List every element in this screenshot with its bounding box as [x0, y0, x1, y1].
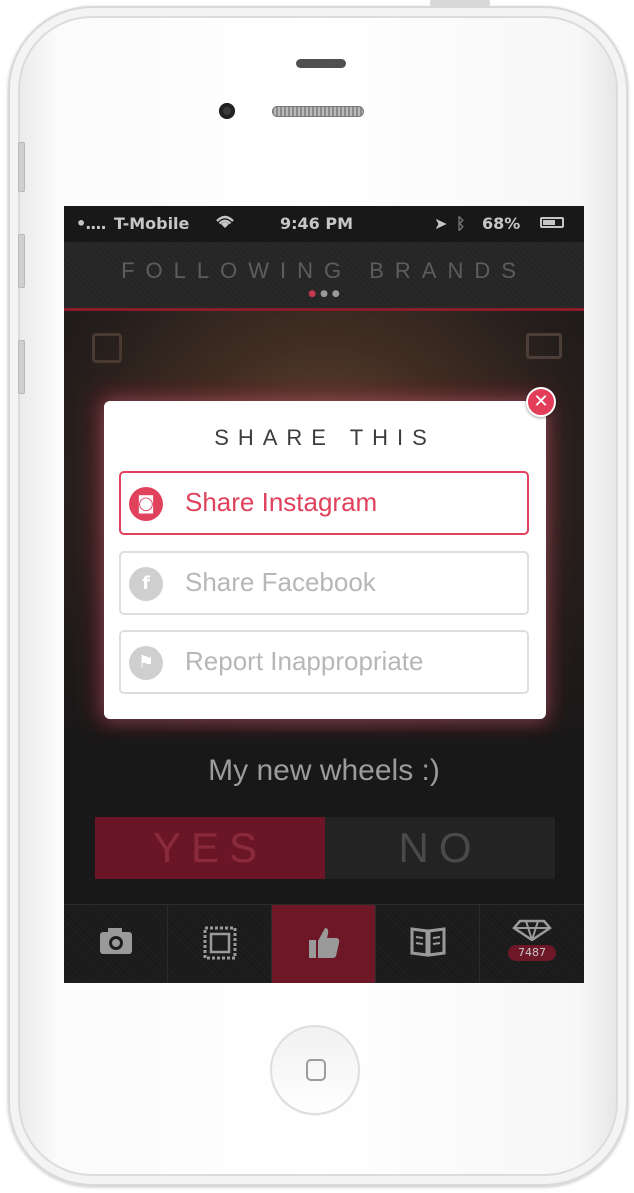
power-button	[430, 0, 490, 6]
battery-percent: 68%	[482, 214, 521, 233]
tab-gems[interactable]: 7487	[480, 905, 584, 983]
instagram-icon: ◙	[129, 487, 163, 521]
page-dot[interactable]: ●	[332, 289, 344, 299]
book-icon	[410, 927, 446, 957]
battery-fill	[543, 220, 555, 225]
report-inappropriate-label: Report Inappropriate	[185, 646, 424, 676]
share-facebook-button[interactable]: f Share Facebook	[119, 551, 529, 615]
page-indicator[interactable]: ●●●	[306, 289, 346, 299]
earpiece-speaker	[272, 106, 364, 117]
location-arrow-icon: ➤	[434, 214, 448, 233]
nav-title: FOLLOWING BRANDS	[121, 258, 527, 283]
modal-title: SHARE THIS	[214, 425, 436, 450]
gem-count-badge: 7487	[508, 945, 556, 961]
proximity-sensor	[296, 59, 346, 68]
tab-stamp[interactable]	[168, 905, 272, 983]
volume-up-button	[18, 234, 25, 288]
share-facebook-label: Share Facebook	[185, 567, 376, 597]
home-button-icon	[306, 1059, 326, 1081]
tab-camera[interactable]	[64, 905, 168, 983]
close-icon[interactable]: ✕	[526, 387, 556, 417]
share-instagram-label: Share Instagram	[185, 487, 378, 517]
share-instagram-button[interactable]: ◙ Share Instagram	[119, 471, 529, 535]
tab-bar: 7487	[64, 904, 584, 983]
flag-icon: ⚑	[129, 646, 163, 680]
vote-yes-button[interactable]: YES	[95, 817, 325, 879]
wifi-icon	[214, 214, 236, 234]
vote-toggle: YES NO	[95, 817, 555, 879]
battery-icon	[540, 217, 564, 228]
bluetooth-icon: ᛒ	[456, 214, 466, 233]
gem-icon[interactable]	[526, 333, 562, 359]
signal-strength: •....	[76, 214, 107, 233]
camera-icon	[100, 928, 132, 954]
thumbs-up-icon	[309, 928, 340, 958]
page-dot[interactable]: ●	[308, 289, 320, 299]
nav-bar: FOLLOWING BRANDS ●●●	[64, 242, 584, 311]
tab-vote[interactable]	[272, 905, 376, 983]
mute-switch	[18, 142, 25, 192]
front-camera	[219, 103, 235, 119]
facebook-icon: f	[129, 567, 163, 601]
stamp-icon	[203, 926, 237, 960]
post-caption: My new wheels :)	[208, 754, 440, 787]
volume-down-button	[18, 340, 25, 394]
status-bar: •.... T-Mobile 9:46 PM ➤ ᛒ 68%	[64, 206, 584, 242]
carrier-name: T-Mobile	[114, 214, 190, 233]
tab-catalog[interactable]	[376, 905, 480, 983]
status-time: 9:46 PM	[280, 214, 354, 233]
vote-no-button[interactable]: NO	[325, 817, 555, 879]
report-inappropriate-button[interactable]: ⚑ Report Inappropriate	[119, 630, 529, 694]
gem-icon	[512, 919, 552, 941]
share-icon[interactable]	[92, 333, 122, 363]
page-dot[interactable]: ●	[320, 289, 332, 299]
